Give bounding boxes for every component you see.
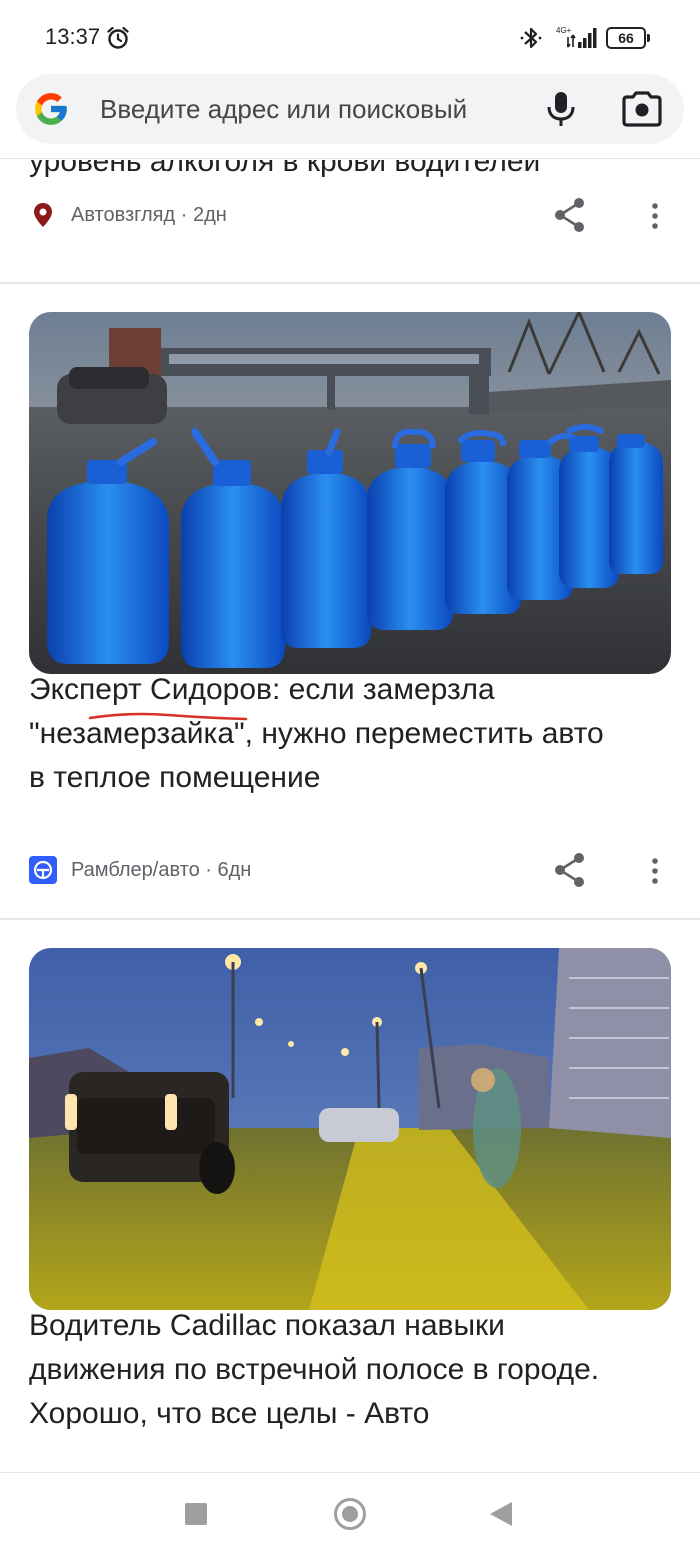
news-card[interactable]: уровень алкоголя в крови водителей Автов… <box>0 160 700 284</box>
rambler-auto-icon <box>29 856 57 884</box>
system-navigation-bar <box>0 1472 700 1556</box>
share-icon[interactable] <box>553 197 587 233</box>
card-source-row: Рамблер/авто · 6дн <box>29 850 671 890</box>
news-card[interactable]: Эксперт Сидоров: если замерзла "незамерз… <box>0 284 700 918</box>
status-time: 13:37 <box>45 24 101 49</box>
card-title[interactable]: Эксперт Сидоров: если замерзла "незамерз… <box>29 668 671 800</box>
bluetooth-icon <box>520 27 542 49</box>
card-source-text: Рамблер/авто · 6дн <box>71 859 252 881</box>
location-pin-icon <box>34 203 52 227</box>
red-underline-annotation <box>88 712 248 721</box>
more-options-icon[interactable] <box>645 201 665 231</box>
share-icon[interactable] <box>553 852 587 888</box>
back-triangle-icon[interactable] <box>490 1502 512 1526</box>
discover-feed: уровень алкоголя в крови водителей Автов… <box>0 160 700 1472</box>
card-image[interactable] <box>29 312 671 674</box>
dashcam-street-photo <box>29 948 671 1310</box>
header-divider <box>0 158 700 159</box>
battery-level: 66 <box>618 30 634 46</box>
card-source-text: Автовзгляд · 2дн <box>71 204 227 226</box>
more-options-icon[interactable] <box>645 856 665 886</box>
status-bar: 13:37 4G+ 66 <box>0 0 700 72</box>
card-title[interactable]: уровень алкоголя в крови водителей <box>29 160 671 184</box>
search-input[interactable] <box>100 92 520 126</box>
lens-camera-icon[interactable] <box>620 88 664 130</box>
battery-icon: 66 <box>606 27 650 49</box>
card-source-row: Автовзгляд · 2дн <box>29 195 671 235</box>
news-card[interactable]: Водитель Cadillac показал навыки движени… <box>0 920 700 1472</box>
bottles-of-washer-fluid-photo <box>29 312 671 674</box>
card-image[interactable] <box>29 948 671 1310</box>
alarm-icon <box>107 26 129 49</box>
recents-square-icon[interactable] <box>185 1503 207 1525</box>
address-search-bar[interactable] <box>16 74 684 144</box>
signal-icon <box>567 28 597 48</box>
home-circle-icon[interactable] <box>334 1498 366 1530</box>
mic-icon[interactable] <box>540 88 582 130</box>
google-logo-icon <box>35 93 67 125</box>
card-title[interactable]: Водитель Cadillac показал навыки движени… <box>29 1304 671 1436</box>
